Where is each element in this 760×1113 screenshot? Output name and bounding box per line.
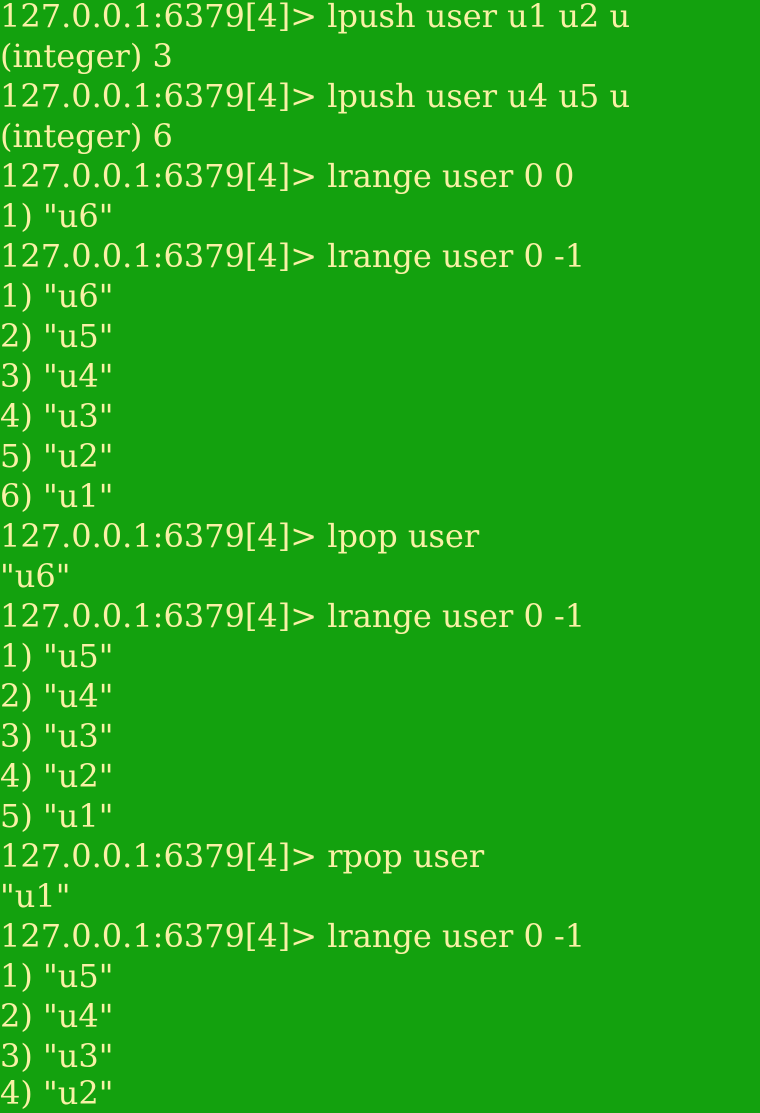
command-line: 127.0.0.1:6379[4]> lpush user u1 u2 u (0, 0, 631, 35)
command-line: 127.0.0.1:6379[4]> lrange user 0 0 (0, 157, 575, 195)
command-line: 127.0.0.1:6379[4]> rpop user (0, 837, 485, 875)
output-line: 1) "u5" (0, 637, 114, 675)
output-line: 2) "u4" (0, 677, 114, 715)
output-line: 1) "u6" (0, 197, 114, 235)
command-line: 127.0.0.1:6379[4]> lrange user 0 -1 (0, 237, 586, 275)
output-line: 1) "u5" (0, 957, 114, 995)
output-line: (integer) 3 (0, 37, 173, 75)
command-line: 127.0.0.1:6379[4]> lrange user 0 -1 (0, 917, 586, 955)
command-line: 127.0.0.1:6379[4]> lpop user (0, 517, 480, 555)
command-line: 127.0.0.1:6379[4]> lrange user 0 -1 (0, 597, 586, 635)
output-line: 2) "u4" (0, 997, 114, 1035)
output-line: 4) "u2" (0, 1074, 114, 1112)
output-line: (integer) 6 (0, 117, 173, 155)
output-line: 6) "u1" (0, 477, 114, 515)
output-line: 2) "u5" (0, 317, 114, 355)
output-line: 3) "u3" (0, 1037, 114, 1075)
command-line: 127.0.0.1:6379[4]> lpush user u4 u5 u (0, 77, 631, 115)
output-line: "u1" (0, 877, 71, 915)
output-line: 4) "u2" (0, 757, 114, 795)
output-line: 1) "u6" (0, 277, 114, 315)
output-line: 3) "u4" (0, 357, 114, 395)
output-line: 3) "u3" (0, 717, 114, 755)
output-line: 4) "u3" (0, 397, 114, 435)
output-line: 5) "u2" (0, 437, 114, 475)
terminal-window[interactable]: 127.0.0.1:6379[4]> lpush user u1 u2 u (i… (0, 0, 760, 1113)
output-line: "u6" (0, 557, 71, 595)
output-line: 5) "u1" (0, 797, 114, 835)
